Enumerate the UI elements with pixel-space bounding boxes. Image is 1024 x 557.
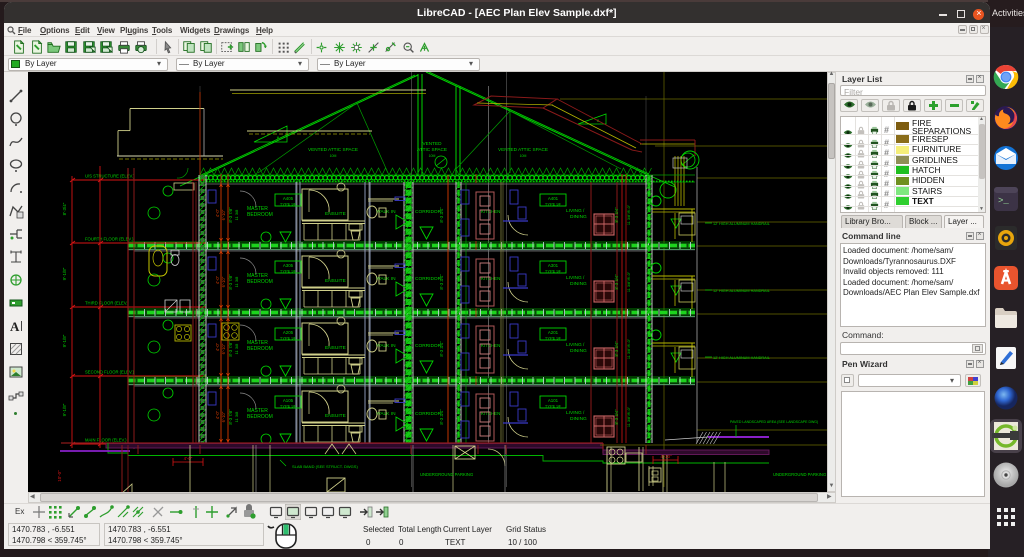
svg-text:A401: A401 xyxy=(548,196,559,201)
svg-text:10'-0": 10'-0" xyxy=(57,470,62,482)
svg-text:ENSUITE: ENSUITE xyxy=(325,413,346,419)
svg-text:LIVING /: LIVING / xyxy=(566,342,585,348)
svg-text:e: e xyxy=(277,135,280,140)
svg-text:9'-1/8": 9'-1/8" xyxy=(62,334,67,347)
svg-text:UNDERGROUND PARKING: UNDERGROUND PARKING xyxy=(773,472,826,477)
svg-text:4'-0": 4'-0" xyxy=(215,342,220,351)
svg-text:ATTIC SPACE: ATTIC SPACE xyxy=(417,147,447,152)
svg-text:4'-0": 4'-0" xyxy=(184,456,193,461)
svg-text:10M: 10M xyxy=(520,154,527,158)
svg-text:VENTED ATTIC SPACE: VENTED ATTIC SPACE xyxy=(308,147,358,152)
svg-text:11 3/8: 11 3/8 xyxy=(234,411,239,423)
svg-text:8'-3 7/8": 8'-3 7/8" xyxy=(228,341,233,357)
svg-text:TYPE 9F: TYPE 9F xyxy=(280,202,297,207)
svg-text:11 3/8"/8'-0": 11 3/8"/8'-0" xyxy=(627,271,631,292)
svg-text:8'-3 3/4": 8'-3 3/4" xyxy=(439,341,444,357)
svg-text:CORRIDOR: CORRIDOR xyxy=(415,276,442,282)
svg-text:8'-3 3/4": 8'-3 3/4" xyxy=(439,274,444,290)
svg-text:DINING: DINING xyxy=(570,214,587,220)
svg-text:12' HIGH ALUMINUM HANDRAIL: 12' HIGH ALUMINUM HANDRAIL xyxy=(713,356,770,360)
svg-text:8'-3 3/4": 8'-3 3/4" xyxy=(439,207,444,223)
svg-text:4'-0": 4'-0" xyxy=(215,275,220,284)
svg-text:LIVING /: LIVING / xyxy=(566,208,585,214)
svg-text:4'-0": 4'-0" xyxy=(215,410,220,419)
svg-text:8'-3 7/8": 8'-3 7/8" xyxy=(228,207,233,223)
svg-text:11 3/8: 11 3/8 xyxy=(234,276,239,288)
svg-text:TYPE 9F: TYPE 9F xyxy=(280,269,297,274)
svg-text:11 3/8"/8'-0": 11 3/8"/8'-0" xyxy=(627,204,631,225)
svg-text:A201: A201 xyxy=(548,330,559,335)
svg-text:12' HIGH ALUMINUM HANDRAIL: 12' HIGH ALUMINUM HANDRAIL xyxy=(713,289,770,293)
svg-text:11 3/8"/8'-0": 11 3/8"/8'-0" xyxy=(627,338,631,359)
svg-text:12' HIGH ALUMINUM HANDRAIL: 12' HIGH ALUMINUM HANDRAIL xyxy=(713,222,770,226)
svg-text:6'-10": 6'-10" xyxy=(221,209,226,220)
svg-text:DINING: DINING xyxy=(570,348,587,354)
svg-text:BEDROOM: BEDROOM xyxy=(247,212,273,218)
svg-text:SLAB BAND (SEE STRUCT. DWGS): SLAB BAND (SEE STRUCT. DWGS) xyxy=(292,464,358,469)
svg-text:BEDROOM: BEDROOM xyxy=(247,414,273,420)
svg-text:A405: A405 xyxy=(283,196,294,201)
svg-text:DINING: DINING xyxy=(570,281,587,287)
svg-text:4'-0": 4'-0" xyxy=(215,208,220,217)
svg-text:A105: A105 xyxy=(283,398,294,403)
svg-text:TYPE 9F: TYPE 9F xyxy=(545,404,562,409)
svg-text:PAVED LANDSCAPED AREA (SEE LAN: PAVED LANDSCAPED AREA (SEE LANDSCAPE DWG… xyxy=(730,420,818,424)
svg-text:BEDROOM: BEDROOM xyxy=(247,346,273,352)
svg-text:ENSUITE: ENSUITE xyxy=(325,211,346,217)
svg-text:CORRIDOR: CORRIDOR xyxy=(415,209,442,215)
svg-text:8'-3/4": 8'-3/4" xyxy=(62,202,67,215)
svg-text:11 3/8"/8'-0": 11 3/8"/8'-0" xyxy=(627,406,631,427)
svg-text:10M: 10M xyxy=(330,154,337,158)
svg-text:FOURTH FLOOR (ELEV.): FOURTH FLOOR (ELEV.) xyxy=(85,237,134,242)
svg-text:4'-10": 4'-10" xyxy=(660,454,672,459)
svg-text:6'-10": 6'-10" xyxy=(221,276,226,287)
svg-text:TYPE 9F: TYPE 9F xyxy=(280,336,297,341)
svg-text:8'-3 7/8": 8'-3 7/8" xyxy=(228,409,233,425)
svg-text:8'-3 3/4": 8'-3 3/4" xyxy=(614,409,619,425)
svg-text:9'-1/8": 9'-1/8" xyxy=(62,267,67,280)
svg-text:8'-3 3/4": 8'-3 3/4" xyxy=(614,341,619,357)
svg-text:LIVING /: LIVING / xyxy=(566,275,585,281)
svg-text:CORRIDOR: CORRIDOR xyxy=(415,411,442,417)
svg-text:8'-3 3/4": 8'-3 3/4" xyxy=(439,409,444,425)
svg-text:CORRIDOR: CORRIDOR xyxy=(415,343,442,349)
svg-text:10M: 10M xyxy=(429,154,436,158)
svg-text:8'-3 7/8": 8'-3 7/8" xyxy=(228,274,233,290)
svg-text:A: A xyxy=(10,319,20,334)
svg-text:A305: A305 xyxy=(283,263,294,268)
svg-text:A101: A101 xyxy=(548,398,559,403)
svg-text:LIVING /: LIVING / xyxy=(566,410,585,416)
svg-text:VENTED ATTIC SPACE: VENTED ATTIC SPACE xyxy=(498,147,548,152)
svg-text:ENSUITE: ENSUITE xyxy=(325,278,346,284)
svg-text:9'-1/8": 9'-1/8" xyxy=(62,403,67,416)
svg-text:11 3/8: 11 3/8 xyxy=(234,343,239,355)
svg-text:UNDERGROUND PARKING: UNDERGROUND PARKING xyxy=(420,472,473,477)
svg-text:>_: >_ xyxy=(998,196,1009,206)
svg-text:BEDROOM: BEDROOM xyxy=(247,279,273,285)
svg-text:VENTED: VENTED xyxy=(422,141,442,146)
svg-text:TYPE 9F: TYPE 9F xyxy=(545,202,562,207)
svg-text:8'-3 3/4": 8'-3 3/4" xyxy=(614,274,619,290)
svg-text:8'-3 3/4": 8'-3 3/4" xyxy=(614,207,619,223)
svg-text:TYPE 9F: TYPE 9F xyxy=(545,336,562,341)
svg-text:6'-10": 6'-10" xyxy=(221,411,226,422)
svg-text:TYPE 9F: TYPE 9F xyxy=(545,269,562,274)
svg-text:TYPE 9F: TYPE 9F xyxy=(280,404,297,409)
svg-text:6'-10": 6'-10" xyxy=(221,343,226,354)
svg-text:ENSUITE: ENSUITE xyxy=(325,345,346,351)
svg-text:A301: A301 xyxy=(548,263,559,268)
svg-text:A205: A205 xyxy=(283,330,294,335)
svg-text:SECOND FLOOR (ELEV.): SECOND FLOOR (ELEV.) xyxy=(85,370,135,375)
svg-text:11 3/8: 11 3/8 xyxy=(234,209,239,221)
svg-text:THIRD FLOOR (ELEV.): THIRD FLOOR (ELEV.) xyxy=(85,301,129,306)
svg-text:MAIN FLOOR (ELEV.): MAIN FLOOR (ELEV.) xyxy=(85,438,127,443)
svg-text:DINING: DINING xyxy=(570,416,587,422)
